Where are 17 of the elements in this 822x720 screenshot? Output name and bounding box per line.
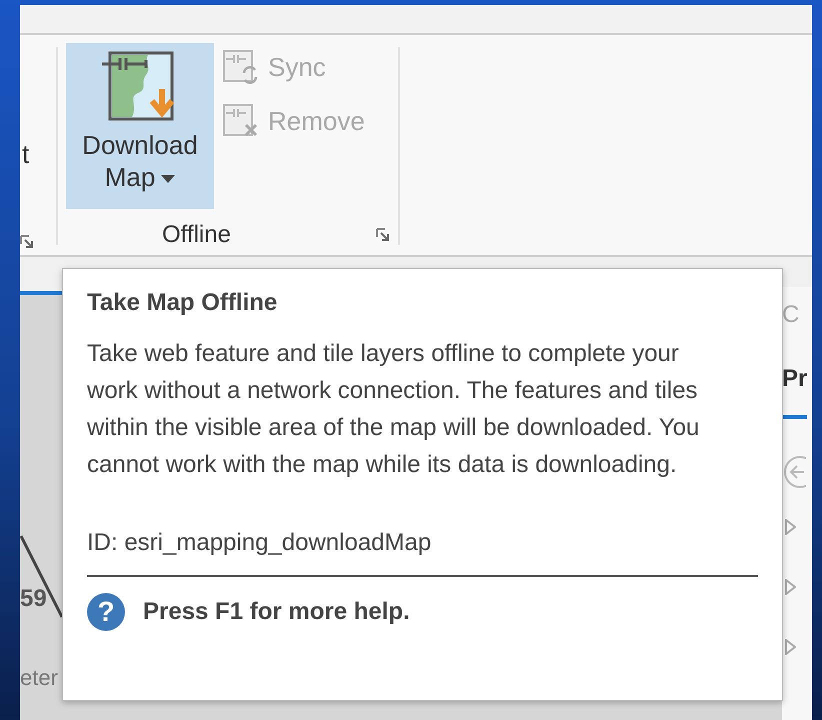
group-title: Offline [162,221,231,249]
button-label[interactable]: t [22,139,30,170]
download-map-button[interactable]: Download Map [66,43,214,209]
tooltip-description: Take web feature and tile layers offline to complete your work without a network connection. The features and tiles within the visible area of the map will be downloaded. You cannot work with the map while its data is downloading. [87,339,700,480]
dialog-launcher-icon[interactable] [376,228,390,242]
map-label: eter [20,665,58,691]
help-text: Press F1 for more help. [143,598,410,626]
expand-icon[interactable] [784,519,796,535]
map-label: 59 [20,585,47,613]
expand-icon[interactable] [784,579,796,595]
dialog-launcher-icon[interactable] [20,235,34,249]
expand-icon[interactable] [784,639,796,655]
tooltip-title: Take Map Offline [87,289,278,317]
command-id: ID: esri_mapping_downloadMap [87,529,432,557]
help-icon: ? [87,593,125,631]
back-icon[interactable] [782,455,806,489]
map-sync-icon [220,47,260,87]
